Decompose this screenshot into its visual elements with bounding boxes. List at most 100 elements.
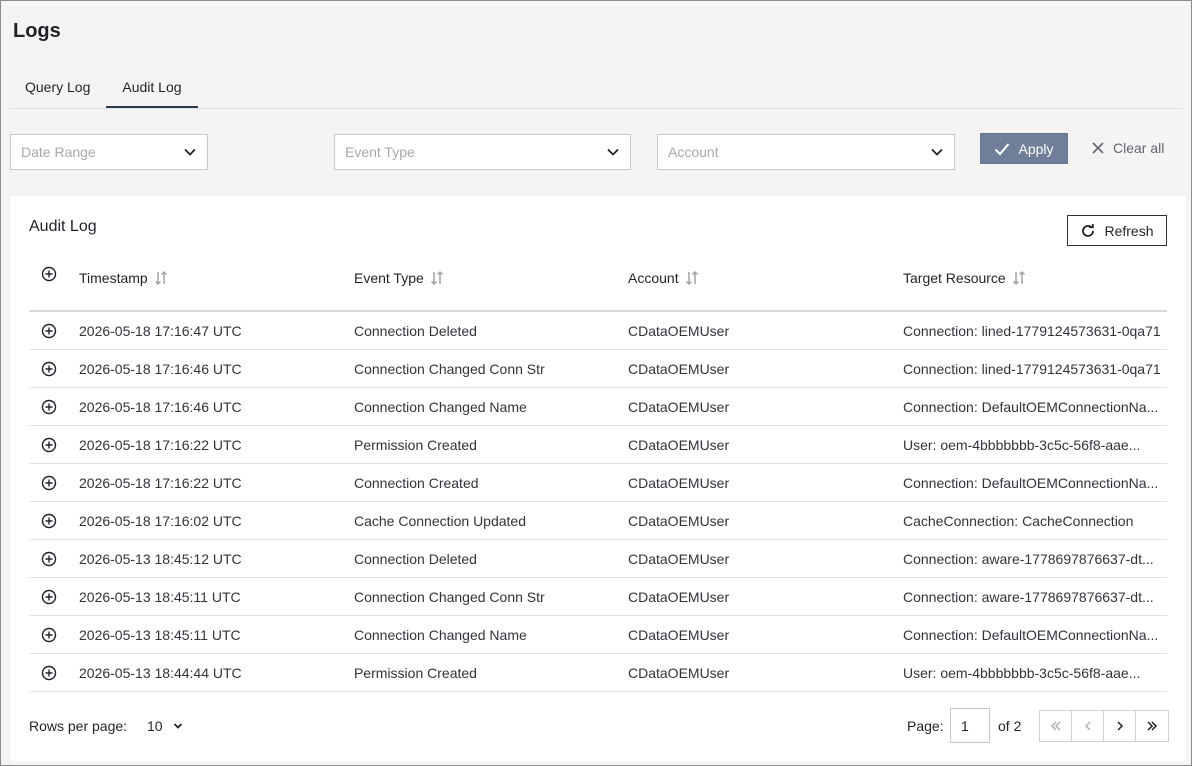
cell-account: CDataOEMUser xyxy=(628,475,730,491)
cell-target-resource: Connection: lined-1779124573631-0qa71 xyxy=(903,361,1161,377)
rows-per-page-select[interactable]: 10 xyxy=(147,716,183,736)
sort-icon xyxy=(430,270,443,286)
expand-row-icon[interactable] xyxy=(41,551,57,567)
pagination-controls xyxy=(1039,710,1169,742)
cell-account: CDataOEMUser xyxy=(628,437,730,453)
cell-target-resource: Connection: aware-1778697876637-dt... xyxy=(903,589,1154,605)
column-label: Target Resource xyxy=(903,270,1006,286)
event-type-select[interactable]: Event Type xyxy=(334,134,631,170)
date-range-select[interactable]: Date Range xyxy=(10,134,208,170)
expand-row-icon[interactable] xyxy=(41,361,57,377)
date-range-placeholder: Date Range xyxy=(21,144,96,160)
chevron-down-icon xyxy=(184,148,196,156)
expand-all-icon[interactable] xyxy=(41,266,57,282)
close-icon xyxy=(1092,142,1104,154)
table-row[interactable]: 2026-05-13 18:45:11 UTC Connection Change… xyxy=(29,578,1167,616)
tab-bar: Query Log Audit Log xyxy=(9,71,198,109)
table-row[interactable]: 2026-05-18 17:16:22 UTC Connection Create… xyxy=(29,464,1167,502)
table-row[interactable]: 2026-05-18 17:16:22 UTC Permission Create… xyxy=(29,426,1167,464)
page-title: Logs xyxy=(13,20,61,42)
app-frame: Logs Query Log Audit Log Date Range Even… xyxy=(0,0,1192,766)
expand-row-icon[interactable] xyxy=(41,665,57,681)
column-header-event-type[interactable]: Event Type xyxy=(354,270,444,286)
cell-timestamp: 2026-05-18 17:16:22 UTC xyxy=(79,475,242,491)
cell-event-type: Connection Changed Conn Str xyxy=(354,589,545,605)
rows-per-page-value: 10 xyxy=(147,718,163,734)
double-chevron-right-icon xyxy=(1147,721,1158,731)
chevron-down-icon xyxy=(607,148,619,156)
chevron-right-icon xyxy=(1116,721,1123,731)
clear-all-button[interactable]: Clear all xyxy=(1091,138,1164,158)
table-row[interactable]: 2026-05-18 17:16:46 UTC Connection Change… xyxy=(29,350,1167,388)
cell-event-type: Connection Changed Conn Str xyxy=(354,361,545,377)
first-page-button[interactable] xyxy=(1040,711,1072,741)
table-row[interactable]: 2026-05-18 17:16:47 UTC Connection Delete… xyxy=(29,312,1167,350)
column-label: Event Type xyxy=(354,270,424,286)
table-row[interactable]: 2026-05-13 18:45:11 UTC Connection Change… xyxy=(29,616,1167,654)
event-type-placeholder: Event Type xyxy=(345,144,415,160)
tab-audit-log[interactable]: Audit Log xyxy=(106,71,198,109)
next-page-button[interactable] xyxy=(1104,711,1136,741)
cell-timestamp: 2026-05-13 18:45:12 UTC xyxy=(79,551,242,567)
apply-button[interactable]: Apply xyxy=(980,133,1068,164)
page-number-input[interactable] xyxy=(950,708,990,743)
cell-account: CDataOEMUser xyxy=(628,551,730,567)
cell-timestamp: 2026-05-18 17:16:47 UTC xyxy=(79,323,242,339)
clear-all-label: Clear all xyxy=(1113,140,1165,156)
audit-log-card: Audit Log Refresh Timestamp Event Type A… xyxy=(10,196,1186,761)
chevron-down-icon xyxy=(173,723,182,729)
cell-timestamp: 2026-05-13 18:45:11 UTC xyxy=(79,589,241,605)
column-header-timestamp[interactable]: Timestamp xyxy=(79,270,168,286)
column-header-account[interactable]: Account xyxy=(628,270,699,286)
cell-event-type: Connection Changed Name xyxy=(354,399,527,415)
table-row[interactable]: 2026-05-13 18:45:12 UTC Connection Delete… xyxy=(29,540,1167,578)
cell-timestamp: 2026-05-13 18:45:11 UTC xyxy=(79,627,241,643)
page-count-label: of 2 xyxy=(998,718,1022,734)
expand-row-icon[interactable] xyxy=(41,437,57,453)
cell-event-type: Connection Created xyxy=(354,475,479,491)
cell-account: CDataOEMUser xyxy=(628,627,730,643)
cell-account: CDataOEMUser xyxy=(628,361,730,377)
cell-event-type: Permission Created xyxy=(354,665,477,681)
account-placeholder: Account xyxy=(668,144,719,160)
table-row[interactable]: 2026-05-13 18:44:44 UTC Permission Create… xyxy=(29,654,1167,692)
apply-label: Apply xyxy=(1018,140,1054,157)
cell-target-resource: Connection: DefaultOEMConnectionNa... xyxy=(903,475,1159,491)
cell-account: CDataOEMUser xyxy=(628,589,730,605)
cell-event-type: Permission Created xyxy=(354,437,477,453)
expand-row-icon[interactable] xyxy=(41,399,57,415)
column-label: Account xyxy=(628,270,679,286)
table-row[interactable]: 2026-05-18 17:16:46 UTC Connection Change… xyxy=(29,388,1167,426)
table-row[interactable]: 2026-05-18 17:16:02 UTC Cache Connection … xyxy=(29,502,1167,540)
expand-row-icon[interactable] xyxy=(41,627,57,643)
refresh-icon xyxy=(1082,223,1095,237)
chevron-left-icon xyxy=(1084,721,1091,731)
previous-page-button[interactable] xyxy=(1072,711,1104,741)
cell-target-resource: Connection: lined-1779124573631-0qa71 xyxy=(903,323,1161,339)
expand-row-icon[interactable] xyxy=(41,589,57,605)
tab-query-log[interactable]: Query Log xyxy=(9,71,106,109)
table-header: Timestamp Event Type Account Target Reso… xyxy=(29,258,1167,312)
tab-divider xyxy=(9,108,1183,109)
rows-per-page-label: Rows per page: xyxy=(29,718,128,734)
chevron-down-icon xyxy=(931,148,943,156)
double-chevron-left-icon xyxy=(1050,721,1061,731)
expand-row-icon[interactable] xyxy=(41,323,57,339)
cell-account: CDataOEMUser xyxy=(628,323,730,339)
column-header-target-resource[interactable]: Target Resource xyxy=(903,270,1026,286)
cell-timestamp: 2026-05-18 17:16:22 UTC xyxy=(79,437,242,453)
cell-timestamp: 2026-05-18 17:16:46 UTC xyxy=(79,399,242,415)
cell-target-resource: User: oem-4bbbbbbb-3c5c-56f8-aae... xyxy=(903,437,1141,453)
cell-account: CDataOEMUser xyxy=(628,513,730,529)
cell-target-resource: Connection: DefaultOEMConnectionNa... xyxy=(903,627,1159,643)
expand-row-icon[interactable] xyxy=(41,513,57,529)
sort-icon xyxy=(685,270,698,286)
cell-target-resource: User: oem-4bbbbbbb-3c5c-56f8-aae... xyxy=(903,665,1141,681)
page-label: Page: xyxy=(907,718,944,734)
account-select[interactable]: Account xyxy=(657,134,955,170)
last-page-button[interactable] xyxy=(1136,711,1168,741)
refresh-label: Refresh xyxy=(1104,222,1154,239)
refresh-button[interactable]: Refresh xyxy=(1067,215,1167,246)
cell-timestamp: 2026-05-13 18:44:44 UTC xyxy=(79,665,242,681)
expand-row-icon[interactable] xyxy=(41,475,57,491)
